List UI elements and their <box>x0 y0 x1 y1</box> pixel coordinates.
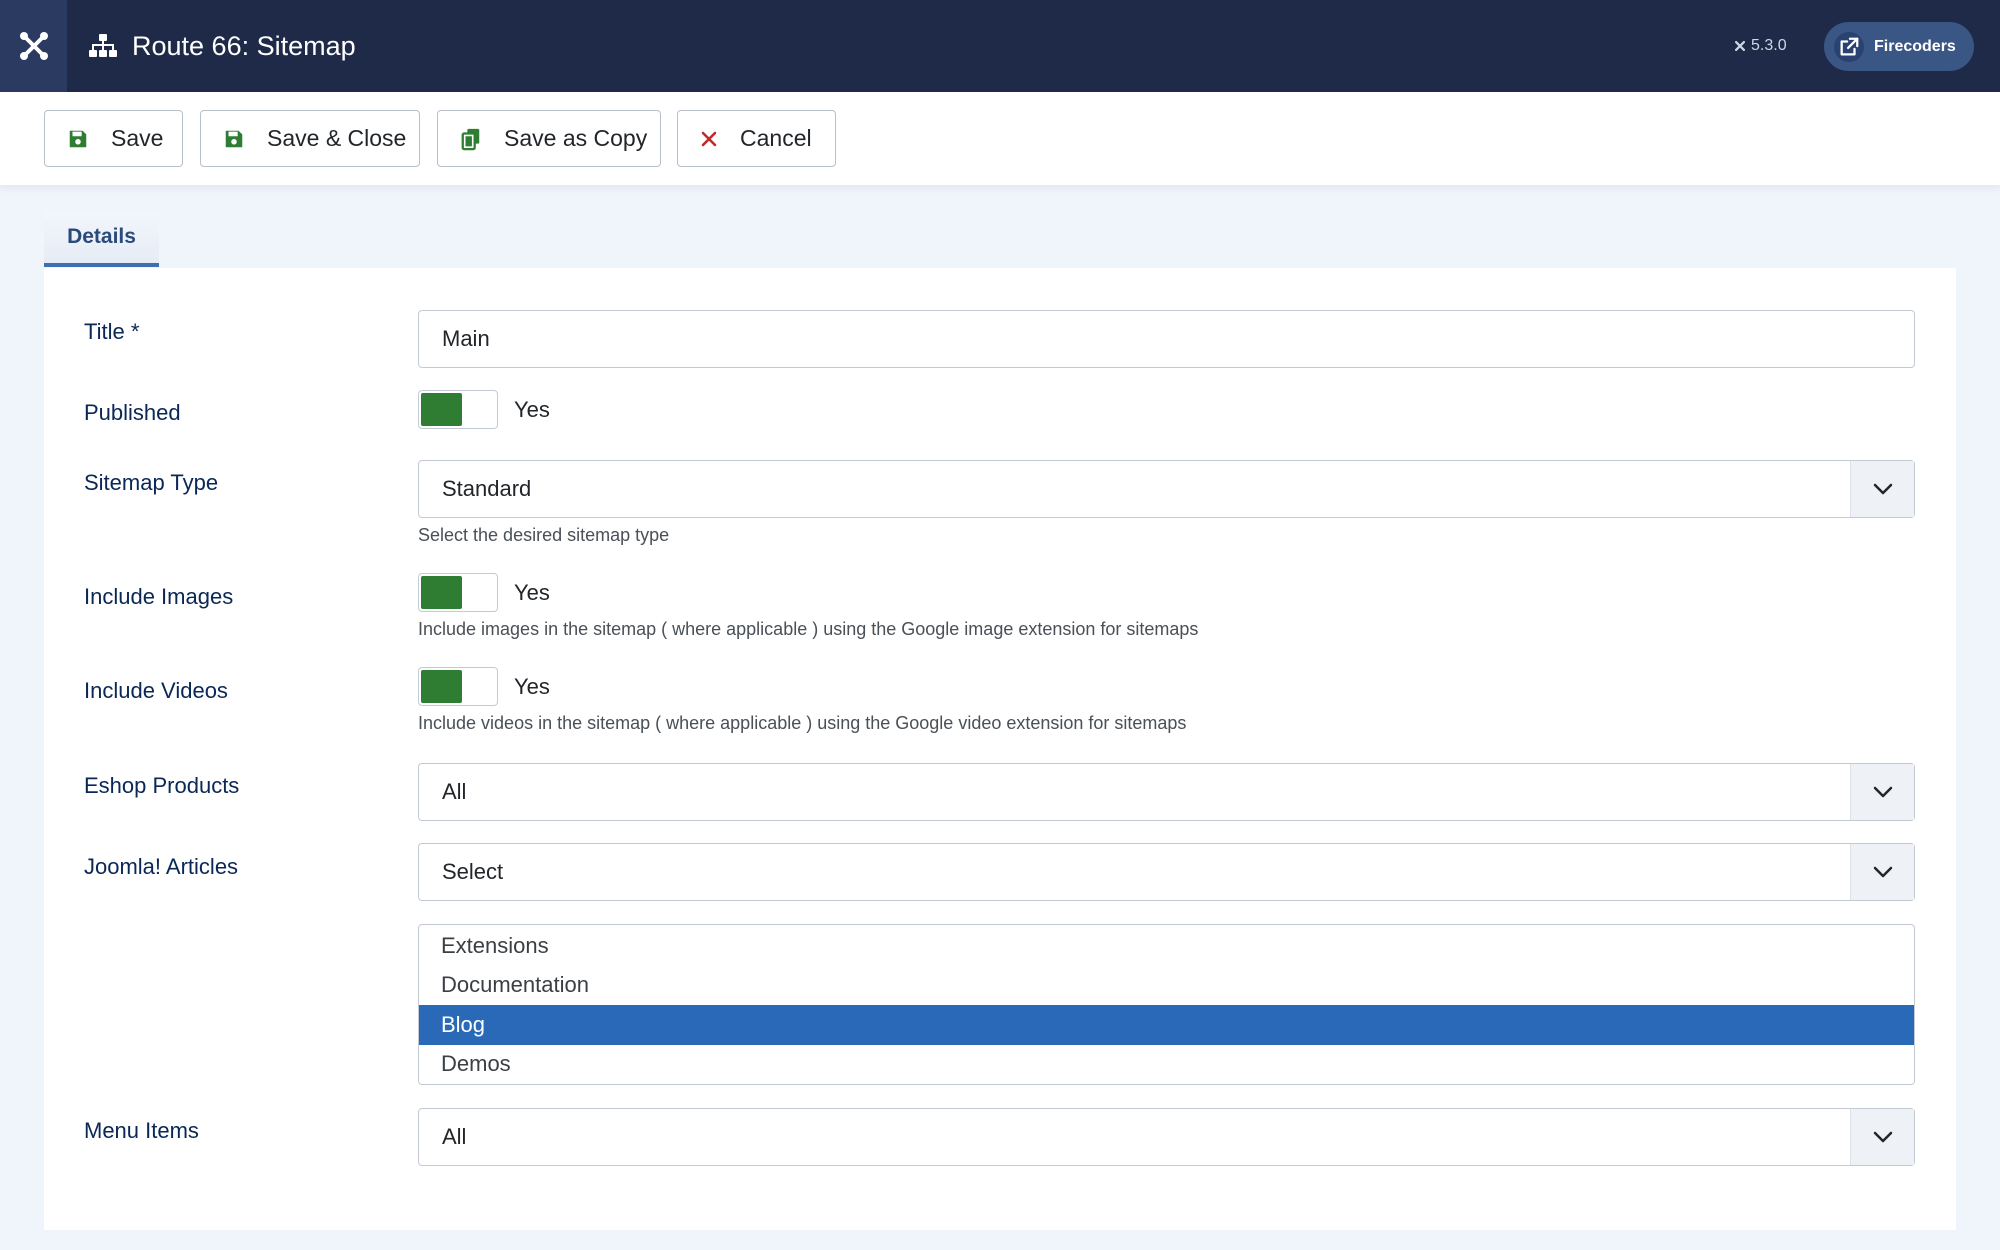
external-link-icon <box>1834 31 1864 62</box>
chevron-down-icon <box>1850 461 1914 517</box>
toggle-on-indicator <box>421 393 462 426</box>
toolbar: Save Save & Close Save as Copy Cancel <box>0 92 2000 185</box>
eshop-products-label: Eshop Products <box>84 773 240 798</box>
joomla-logo[interactable] <box>0 0 67 92</box>
include-images-help: Include images in the sitemap ( where ap… <box>418 619 1199 639</box>
save-as-copy-button-label: Save as Copy <box>504 125 648 151</box>
tab-details-label: Details <box>67 225 136 248</box>
include-videos-help: Include videos in the sitemap ( where ap… <box>418 713 1187 733</box>
joomla-articles-select[interactable]: Select <box>418 843 1915 901</box>
chevron-down-icon <box>1850 1109 1914 1165</box>
sitemap-type-help: Select the desired sitemap type <box>418 525 670 545</box>
cancel-button-label: Cancel <box>740 125 812 151</box>
include-images-state: Yes <box>514 580 550 605</box>
save-close-button-label: Save & Close <box>267 125 407 151</box>
chevron-down-icon <box>1850 764 1914 820</box>
page-title: Route 66: Sitemap <box>132 30 356 61</box>
close-icon <box>701 131 717 146</box>
tab-details[interactable]: Details <box>44 211 159 267</box>
list-item[interactable]: Demos <box>419 1045 1914 1085</box>
published-state: Yes <box>514 397 550 422</box>
chevron-down-icon <box>1850 844 1914 900</box>
save-button[interactable]: Save <box>44 110 183 167</box>
include-videos-label: Include Videos <box>84 678 228 703</box>
sitemap-type-label: Sitemap Type <box>84 470 219 495</box>
title-input-value: Main <box>442 326 490 351</box>
include-images-label: Include Images <box>84 584 234 609</box>
title-label: Title * <box>84 319 140 344</box>
joomla-articles-value: Select <box>442 859 504 884</box>
joomla-logo-icon <box>19 32 48 60</box>
include-videos-toggle[interactable] <box>418 667 498 706</box>
joomla-articles-listbox[interactable]: Extensions Documentation Blog Demos <box>418 924 1915 1085</box>
sitemap-type-value: Standard <box>442 476 532 501</box>
eshop-products-select[interactable]: All <box>418 763 1915 821</box>
toggle-on-indicator <box>421 670 462 703</box>
sitemap-type-select[interactable]: Standard <box>418 460 1915 518</box>
include-videos-state: Yes <box>514 674 550 699</box>
user-button-label: Firecoders <box>1874 37 1956 55</box>
menu-items-select[interactable]: All <box>418 1108 1915 1166</box>
save-icon <box>225 130 243 147</box>
toggle-on-indicator <box>421 576 462 609</box>
save-as-copy-button[interactable]: Save as Copy <box>437 110 661 167</box>
eshop-products-value: All <box>442 779 467 804</box>
menu-items-value: All <box>442 1124 467 1149</box>
joomla-small-icon <box>1734 40 1746 52</box>
details-panel <box>44 268 1956 1230</box>
published-toggle[interactable] <box>418 390 498 429</box>
menu-items-label: Menu Items <box>84 1118 199 1143</box>
list-item[interactable]: Extensions <box>419 926 1914 966</box>
title-input[interactable]: Main <box>418 310 1915 368</box>
list-item-selected[interactable]: Blog <box>419 1005 1914 1045</box>
sitemap-icon <box>89 34 117 57</box>
header-bar: Route 66: Sitemap 5.3.0 Firecoders <box>0 0 2000 92</box>
joomla-articles-label: Joomla! Articles <box>84 854 239 879</box>
copy-icon <box>461 128 480 150</box>
cancel-button[interactable]: Cancel <box>677 110 836 167</box>
version-text: 5.3.0 <box>1751 37 1787 54</box>
include-images-toggle[interactable] <box>418 573 498 612</box>
version-badge: 5.3.0 <box>1733 0 1787 92</box>
save-button-label: Save <box>111 125 164 151</box>
list-item[interactable]: Documentation <box>419 966 1914 1006</box>
save-icon <box>69 130 87 147</box>
published-label: Published <box>84 400 181 425</box>
user-menu-button[interactable]: Firecoders <box>1824 22 1974 71</box>
page-title-area: Route 66: Sitemap <box>88 0 356 92</box>
save-close-button[interactable]: Save & Close <box>200 110 420 167</box>
